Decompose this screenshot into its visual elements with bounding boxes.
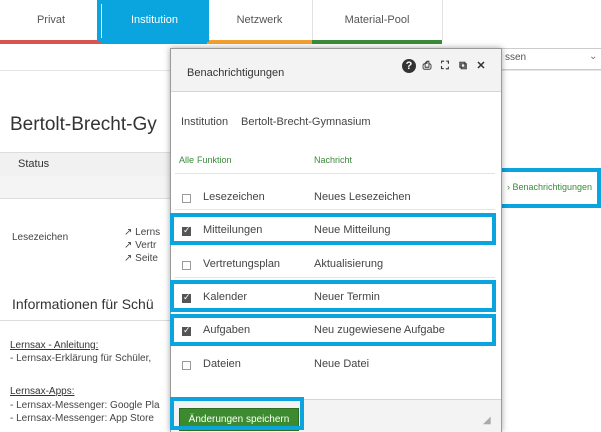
col-funktion: Funktion (197, 155, 232, 165)
funktion-mitteilungen: Mitteilungen (203, 224, 263, 236)
row-divider (175, 243, 495, 244)
funktion-kalender: Kalender (203, 291, 248, 303)
nachricht-kalender: Neuer Termin (314, 291, 380, 303)
lesezeichen-link-2[interactable]: ↗ Vertr (124, 240, 156, 251)
apps-link-google[interactable]: - Lernsax-Messenger: Google Pla (10, 400, 160, 411)
anleitung-title: Lernsax - Anleitung: (10, 340, 99, 351)
dialog-header: Benachrichtigungen ? ⎙ ⛶ ⧉ ✕ (171, 49, 501, 92)
tab-institution[interactable]: Institution (102, 0, 208, 40)
divider (0, 320, 170, 321)
tab-empty (442, 0, 601, 40)
expand-icon[interactable]: ⛶ (438, 59, 452, 73)
dropdown-value: ssen (505, 52, 527, 63)
apps-link-appstore[interactable]: - Lernsax-Messenger: App Store (10, 413, 154, 424)
institution-value: Bertolt-Brecht-Gymnasium (241, 116, 371, 128)
lesezeichen-link-1[interactable]: ↗ Lerns (124, 227, 160, 238)
save-button[interactable]: Änderungen speichern (179, 408, 299, 431)
anleitung-link[interactable]: - Lernsax-Erklärung für Schüler, (10, 353, 151, 364)
institution-dropdown[interactable]: ssen ⌄ (500, 48, 601, 70)
help-icon[interactable]: ? (402, 59, 416, 73)
print-icon[interactable]: ⎙ (420, 59, 434, 73)
popout-icon[interactable]: ⧉ (456, 59, 470, 73)
funktion-dateien: Dateien (203, 358, 241, 370)
row-divider (175, 311, 495, 312)
checkbox-vertretungsplan[interactable] (182, 261, 191, 270)
close-icon[interactable]: ✕ (474, 59, 488, 73)
info-heading: Informationen für Schü (12, 296, 154, 312)
row-divider (175, 277, 495, 278)
header-divider (175, 173, 495, 174)
tab-netzwerk[interactable]: Netzwerk (207, 0, 313, 40)
nachricht-mitteilungen: Neue Mitteilung (314, 224, 391, 236)
checkbox-kalender[interactable] (182, 292, 191, 303)
notifications-dialog: Benachrichtigungen ? ⎙ ⛶ ⧉ ✕ Institution… (170, 48, 502, 432)
col-nachricht: Nachricht (314, 155, 353, 165)
funktion-vertretungsplan: Vertretungsplan (203, 258, 281, 270)
status-row (0, 176, 170, 199)
checkbox-aufgaben[interactable] (182, 325, 191, 336)
col-alle[interactable]: Alle (179, 155, 194, 165)
row-divider (175, 345, 495, 346)
institution-label: Institution (181, 116, 229, 128)
checkbox-mitteilungen[interactable] (182, 225, 191, 236)
status-header: Status (18, 158, 50, 170)
apps-title: Lernsax-Apps: (10, 386, 75, 397)
funktion-aufgaben: Aufgaben (203, 324, 251, 336)
tab-material-pool[interactable]: Material-Pool (312, 0, 443, 40)
nachricht-lesezeichen: Neues Lesezeichen (314, 191, 411, 203)
nachricht-aufgaben: Neu zugewiesene Aufgabe (314, 324, 445, 336)
checkbox-lesezeichen[interactable] (182, 194, 191, 203)
row-divider (175, 209, 495, 210)
lesezeichen-link-3[interactable]: ↗ Seite (124, 253, 158, 264)
nachricht-dateien: Neue Datei (314, 358, 370, 370)
resize-handle-icon[interactable]: ◢ (483, 415, 491, 426)
page-title: Bertolt-Brecht-Gy (10, 114, 157, 135)
lesezeichen-label: Lesezeichen (12, 232, 69, 243)
tab-privat[interactable]: Privat (0, 0, 103, 40)
checkbox-dateien[interactable] (182, 361, 191, 370)
nachricht-vertretungsplan: Aktualisierung (314, 258, 384, 270)
funktion-lesezeichen: Lesezeichen (203, 191, 265, 203)
dialog-title: Benachrichtigungen (187, 67, 285, 79)
chevron-down-icon: ⌄ (589, 51, 598, 62)
benachrichtigungen-link[interactable]: › Benachrichtigungen (507, 182, 592, 192)
top-nav: Privat Institution Netzwerk Material-Poo… (0, 0, 601, 44)
